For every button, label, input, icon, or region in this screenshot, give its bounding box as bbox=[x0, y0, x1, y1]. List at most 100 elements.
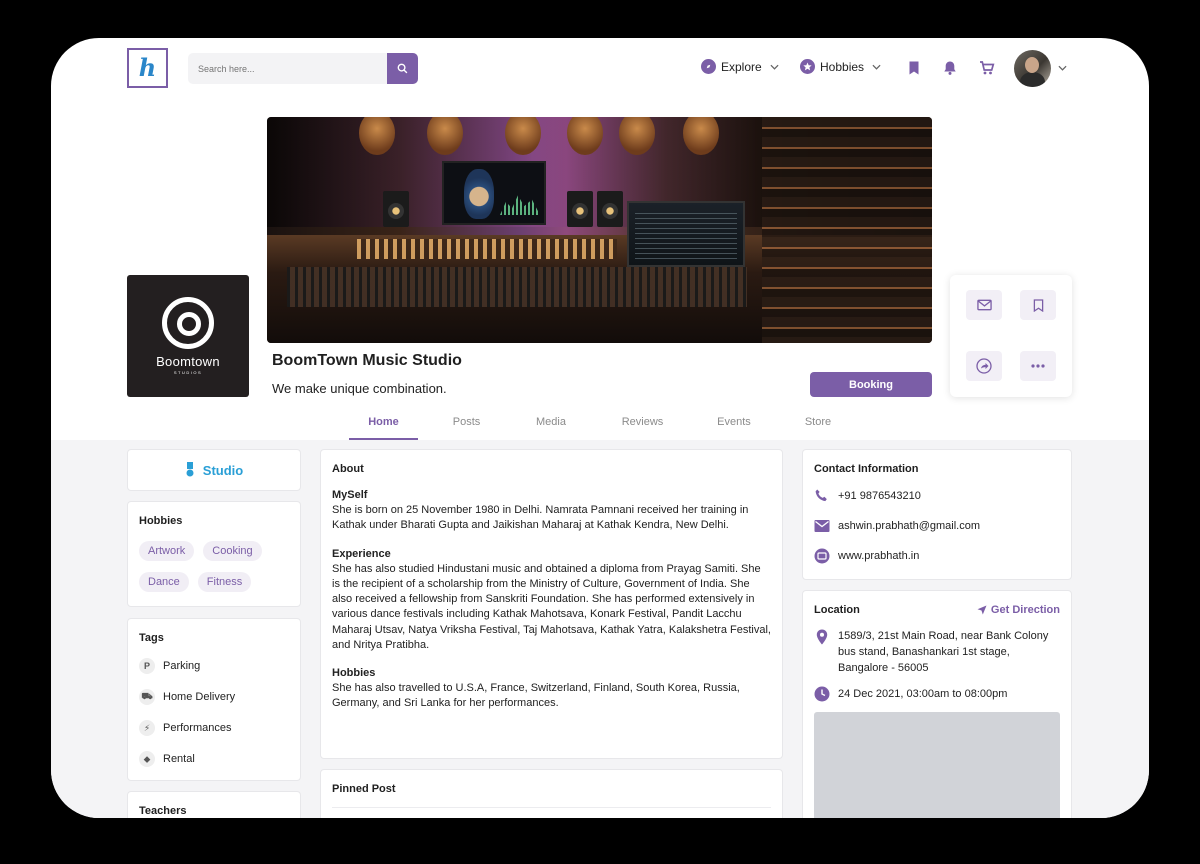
avatar[interactable] bbox=[1014, 50, 1051, 87]
about-heading: Hobbies bbox=[332, 667, 376, 680]
hobbies-title: Hobbies bbox=[139, 515, 183, 527]
nav-hobbies[interactable]: Hobbies bbox=[800, 59, 881, 74]
hobby-chip[interactable]: Fitness bbox=[197, 572, 252, 592]
location-title: Location bbox=[814, 604, 860, 616]
about-heading: Experience bbox=[332, 547, 391, 560]
divider bbox=[332, 807, 771, 808]
page-title: BoomTown Music Studio bbox=[272, 352, 462, 369]
bookmark-icon bbox=[1033, 298, 1043, 312]
contact-email[interactable]: ashwin.prabhath@gmail.com bbox=[814, 519, 1060, 533]
about-title: About bbox=[332, 463, 364, 475]
pinned-post-title: Pinned Post bbox=[332, 783, 396, 795]
delivery-icon: ⛟ bbox=[139, 689, 155, 705]
tab-store[interactable]: Store bbox=[770, 416, 866, 440]
tag-item: P Parking bbox=[139, 658, 289, 674]
about-text: She has also travelled to U.S.A, France,… bbox=[332, 682, 740, 710]
star-icon bbox=[800, 59, 815, 74]
contact-card: Contact Information +91 9876543210 ashwi… bbox=[802, 449, 1072, 580]
map-placeholder[interactable] bbox=[814, 712, 1060, 818]
search-input[interactable] bbox=[188, 53, 378, 84]
navigation-icon bbox=[977, 605, 987, 615]
app-screen: h Explore Hobbies bbox=[51, 38, 1149, 818]
parking-icon: P bbox=[139, 658, 155, 674]
message-button[interactable] bbox=[966, 290, 1002, 320]
tag-label: Parking bbox=[163, 660, 201, 672]
booking-button[interactable]: Booking bbox=[810, 372, 932, 397]
tag-label: Home Delivery bbox=[163, 691, 236, 703]
tab-posts[interactable]: Posts bbox=[418, 416, 515, 440]
app-logo[interactable]: h bbox=[127, 48, 168, 88]
tag-item: ⚡ Performances bbox=[139, 720, 289, 736]
pinned-post-card: Pinned Post bbox=[320, 769, 783, 818]
tag-item: ⛟ Home Delivery bbox=[139, 689, 289, 705]
tags-title: Tags bbox=[139, 632, 164, 644]
location-address: 1589/3, 21st Main Road, near Bank Colony… bbox=[814, 628, 1060, 676]
nav-explore[interactable]: Explore bbox=[701, 59, 779, 74]
medal-icon bbox=[186, 462, 194, 477]
datetime-value: 24 Dec 2021, 03:00am to 08:00pm bbox=[838, 688, 1008, 700]
hobby-chip[interactable]: Dance bbox=[139, 572, 189, 592]
profile-tabs: Home Posts Media Reviews Events Store bbox=[349, 416, 866, 440]
get-direction-link[interactable]: Get Direction bbox=[977, 604, 1060, 616]
hobbies-list: Artwork Cooking Dance Fitness bbox=[139, 541, 289, 592]
contact-title: Contact Information bbox=[814, 463, 919, 475]
studio-tagline: We make unique combination. bbox=[272, 381, 447, 396]
tags-card: Tags P Parking ⛟ Home Delivery ⚡ Perform… bbox=[127, 618, 301, 781]
cover-image bbox=[267, 117, 932, 343]
clock-icon bbox=[814, 686, 830, 702]
mail-icon bbox=[976, 299, 992, 311]
bookmark-icon[interactable] bbox=[906, 60, 922, 76]
about-heading: MySelf bbox=[332, 489, 368, 501]
search-bar bbox=[188, 53, 418, 84]
category-label: Studio bbox=[202, 462, 244, 478]
contact-phone[interactable]: +91 9876543210 bbox=[814, 488, 1060, 504]
cart-icon[interactable] bbox=[979, 60, 995, 76]
bolt-icon: ⚡ bbox=[139, 720, 155, 736]
location-header: Location Get Direction bbox=[814, 604, 1060, 616]
tag-label: Rental bbox=[163, 753, 195, 765]
bell-icon[interactable] bbox=[942, 60, 958, 76]
studio-logo-subtitle: STUDIOS bbox=[173, 370, 203, 375]
tab-home[interactable]: Home bbox=[349, 416, 418, 440]
device-frame: h Explore Hobbies bbox=[0, 0, 1200, 864]
more-icon bbox=[1031, 364, 1045, 368]
studio-logo: Boomtown STUDIOS bbox=[127, 275, 249, 397]
about-card: About MySelf She is born on 25 November … bbox=[320, 449, 783, 759]
website-icon bbox=[814, 548, 830, 564]
tag-icon: ⬥ bbox=[139, 751, 155, 767]
hobby-chip[interactable]: Artwork bbox=[139, 541, 195, 561]
tab-reviews[interactable]: Reviews bbox=[587, 416, 698, 440]
website-value: www.prabhath.in bbox=[838, 550, 920, 562]
tag-label: Performances bbox=[163, 722, 232, 734]
about-text: She has also studied Hindustani music an… bbox=[332, 562, 771, 651]
chevron-down-icon bbox=[872, 64, 881, 70]
share-button[interactable] bbox=[966, 351, 1002, 381]
tab-events[interactable]: Events bbox=[698, 416, 770, 440]
compass-icon bbox=[701, 59, 716, 74]
phone-icon bbox=[815, 489, 827, 502]
search-button[interactable] bbox=[387, 53, 418, 84]
teachers-title: Teachers bbox=[139, 805, 187, 817]
search-icon bbox=[397, 63, 408, 74]
action-panel bbox=[950, 275, 1072, 397]
share-icon bbox=[976, 358, 992, 374]
contact-website[interactable]: www.prabhath.in bbox=[814, 548, 1060, 564]
get-direction-label: Get Direction bbox=[990, 604, 1060, 616]
location-datetime: 24 Dec 2021, 03:00am to 08:00pm bbox=[814, 686, 1060, 702]
nav-explore-label: Explore bbox=[721, 59, 762, 74]
mail-icon bbox=[814, 520, 830, 532]
location-pin-icon bbox=[816, 629, 828, 645]
about-text: She is born on 25 November 1980 in Delhi… bbox=[332, 504, 749, 532]
more-button[interactable] bbox=[1020, 351, 1056, 381]
tab-media[interactable]: Media bbox=[515, 416, 587, 440]
hobby-chip[interactable]: Cooking bbox=[203, 541, 262, 561]
logo-letter: h bbox=[138, 53, 157, 82]
studio-logo-mark bbox=[162, 297, 214, 349]
hobbies-card: Hobbies Artwork Cooking Dance Fitness bbox=[127, 501, 301, 607]
chevron-down-icon[interactable] bbox=[1058, 65, 1067, 71]
category-card: Studio bbox=[127, 449, 301, 491]
save-button[interactable] bbox=[1020, 290, 1056, 320]
location-card: Location Get Direction 1589/3, 21st Main… bbox=[802, 590, 1072, 818]
teachers-card: Teachers bbox=[127, 791, 301, 818]
email-value: ashwin.prabhath@gmail.com bbox=[838, 520, 981, 532]
